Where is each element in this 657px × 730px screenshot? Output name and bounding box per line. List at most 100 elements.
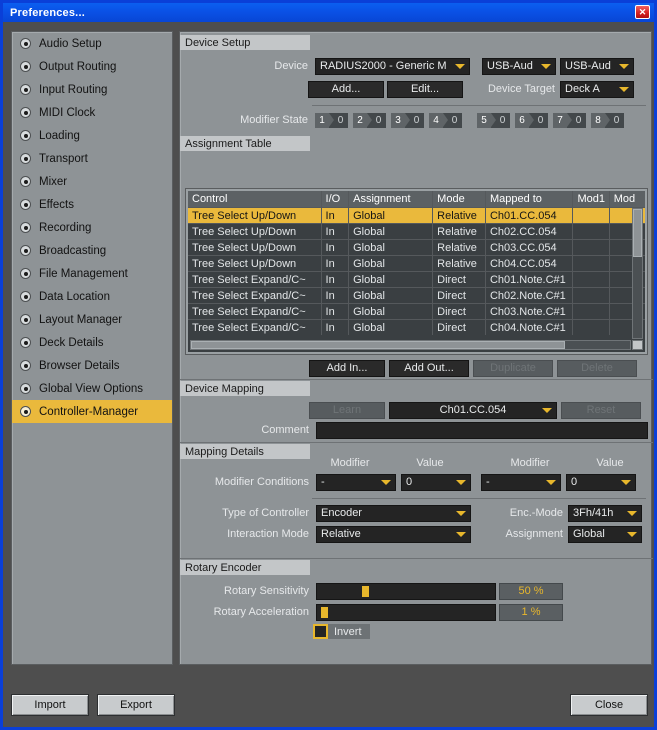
add-out-button[interactable]: Add Out... [389,359,469,377]
sidebar-item-effects[interactable]: Effects [12,193,172,216]
add-in-button[interactable]: Add In... [309,359,385,377]
sidebar-item-deck-details[interactable]: Deck Details [12,331,172,354]
cell-mode: Relative [433,208,486,223]
edit-device-button[interactable]: Edit... [387,80,463,98]
column-header-io[interactable]: I/O [322,191,350,207]
rotary-sensitivity-slider[interactable] [316,582,496,600]
window-title-bar: Preferences... ✕ [3,3,654,22]
modifier-state-8[interactable]: 80 [591,112,624,128]
sidebar-item-controller-manager[interactable]: Controller-Manager [12,400,172,423]
enc-mode-dropdown[interactable]: 3Fh/41h [568,504,642,522]
sidebar-item-mixer[interactable]: Mixer [12,170,172,193]
table-row[interactable]: Tree Select Expand/C~ In Global Direct Ch02.… [188,287,645,303]
rotary-sensitivity-knob[interactable] [361,585,369,597]
sidebar-item-transport[interactable]: Transport [12,147,172,170]
column-header-mod1[interactable]: Mod1 [573,191,610,207]
modifier-state-3[interactable]: 30 [391,112,424,128]
table-vertical-scroll-thumb[interactable] [633,209,642,257]
modifier-state-5[interactable]: 50 [477,112,510,128]
column-header-assignment[interactable]: Assignment [349,191,434,207]
device-label: Device [274,60,308,72]
device-target-dropdown[interactable]: Deck A [560,80,634,98]
sidebar-item-global-view-options[interactable]: Global View Options [12,377,172,400]
column-header-mod2[interactable]: Mod [610,191,645,207]
in-port-dropdown[interactable]: USB-Aud [482,57,556,75]
sidebar-item-input-routing[interactable]: Input Routing [12,78,172,101]
cell-mapped: Ch04.CC.054 [486,256,574,271]
export-button[interactable]: Export [97,694,175,716]
sidebar-item-layout-manager[interactable]: Layout Manager [12,308,172,331]
sidebar-item-loading[interactable]: Loading [12,124,172,147]
table-row[interactable]: Tree Select Up/Down In Global Relative Ch01.… [188,207,645,223]
table-row[interactable]: Tree Select Expand/C~ In Global Direct Ch03.… [188,303,645,319]
device-dropdown[interactable]: RADIUS2000 - Generic M [315,57,470,75]
table-vertical-scrollbar[interactable] [632,208,643,339]
interaction-mode-value: Relative [321,528,361,540]
sidebar-item-data-location[interactable]: Data Location [12,285,172,308]
comment-input[interactable] [316,421,648,439]
condition1-value-dropdown[interactable]: 0 [401,473,471,491]
value-column-label-1: Value [596,457,624,469]
modifier-state-1[interactable]: 10 [315,112,348,128]
sidebar-item-label: Effects [39,198,74,211]
table-row[interactable]: Tree Select Up/Down In Global Relative Ch03.… [188,239,645,255]
assignment-table-body[interactable]: Control I/O Assignment Mode Mapped to Mod1 Mod… [188,191,645,352]
sidebar-item-output-routing[interactable]: Output Routing [12,55,172,78]
assignment-label: Assignment [505,528,563,540]
delete-button[interactable]: Delete [557,359,637,377]
chevron-down-icon [456,480,466,485]
modifier-state-6[interactable]: 60 [515,112,548,128]
window-title: Preferences... [10,6,85,19]
sidebar-item-file-management[interactable]: File Management [12,262,172,285]
modifier-state-4[interactable]: 40 [429,112,462,128]
rotary-acceleration-knob[interactable] [320,606,328,618]
cell-mapped: Ch01.CC.054 [486,208,574,223]
type-of-controller-dropdown[interactable]: Encoder [316,504,471,522]
out-port-dropdown[interactable]: USB-Aud [560,57,634,75]
chevron-down-icon [627,532,637,537]
modifier-state-2[interactable]: 20 [353,112,386,128]
learn-button[interactable]: Learn [309,401,385,419]
reset-button[interactable]: Reset [561,401,641,419]
add-device-button[interactable]: Add... [308,80,384,98]
chevron-down-icon [546,480,556,485]
modifier-key: 6 [515,112,534,128]
modifier-state-7[interactable]: 70 [553,112,586,128]
import-button[interactable]: Import [11,694,89,716]
table-row[interactable]: Tree Select Up/Down In Global Relative Ch02.… [188,223,645,239]
sidebar-item-midi-clock[interactable]: MIDI Clock [12,101,172,124]
close-button[interactable]: Close [570,694,648,716]
column-header-mapped[interactable]: Mapped to [486,191,574,207]
condition1-modifier-dropdown[interactable]: - [316,473,396,491]
chevron-down-icon [456,511,466,516]
column-header-control[interactable]: Control [188,191,322,207]
cell-control: Tree Select Up/Down [188,256,322,271]
condition2-modifier-dropdown[interactable]: - [481,473,561,491]
table-row[interactable]: Tree Select Up/Down In Global Relative Ch04.… [188,255,645,271]
radio-icon [20,222,31,233]
chevron-down-icon [621,480,631,485]
assignment-table: Control I/O Assignment Mode Mapped to Mod1 Mod… [185,188,648,355]
sidebar-item-audio-setup[interactable]: Audio Setup [12,32,172,55]
table-row[interactable]: Tree Select Expand/C~ In Global Direct Ch01.… [188,271,645,287]
device-mapping-dropdown[interactable]: Ch01.CC.054 [389,401,557,419]
assignment-dropdown[interactable]: Global [568,525,642,543]
table-row[interactable]: Tree Select Expand/C~ In Global Direct Ch04.… [188,319,645,335]
cell-mapped: Ch04.Note.C#1 [486,320,574,335]
table-horizontal-scroll-thumb[interactable] [191,341,565,349]
rotary-acceleration-slider[interactable] [316,603,496,621]
radio-icon [20,176,31,187]
window-close-icon[interactable]: ✕ [635,5,650,19]
sidebar-item-broadcasting[interactable]: Broadcasting [12,239,172,262]
interaction-mode-dropdown[interactable]: Relative [316,525,471,543]
table-horizontal-scrollbar[interactable] [190,340,631,350]
sidebar-item-browser-details[interactable]: Browser Details [12,354,172,377]
invert-checkbox[interactable] [313,624,328,639]
condition2-value-dropdown[interactable]: 0 [566,473,636,491]
cell-io: In [322,320,350,335]
column-header-mode[interactable]: Mode [433,191,486,207]
duplicate-button[interactable]: Duplicate [473,359,553,377]
type-of-controller-label: Type of Controller [222,507,309,519]
table-scroll-corner [632,340,643,350]
sidebar-item-recording[interactable]: Recording [12,216,172,239]
